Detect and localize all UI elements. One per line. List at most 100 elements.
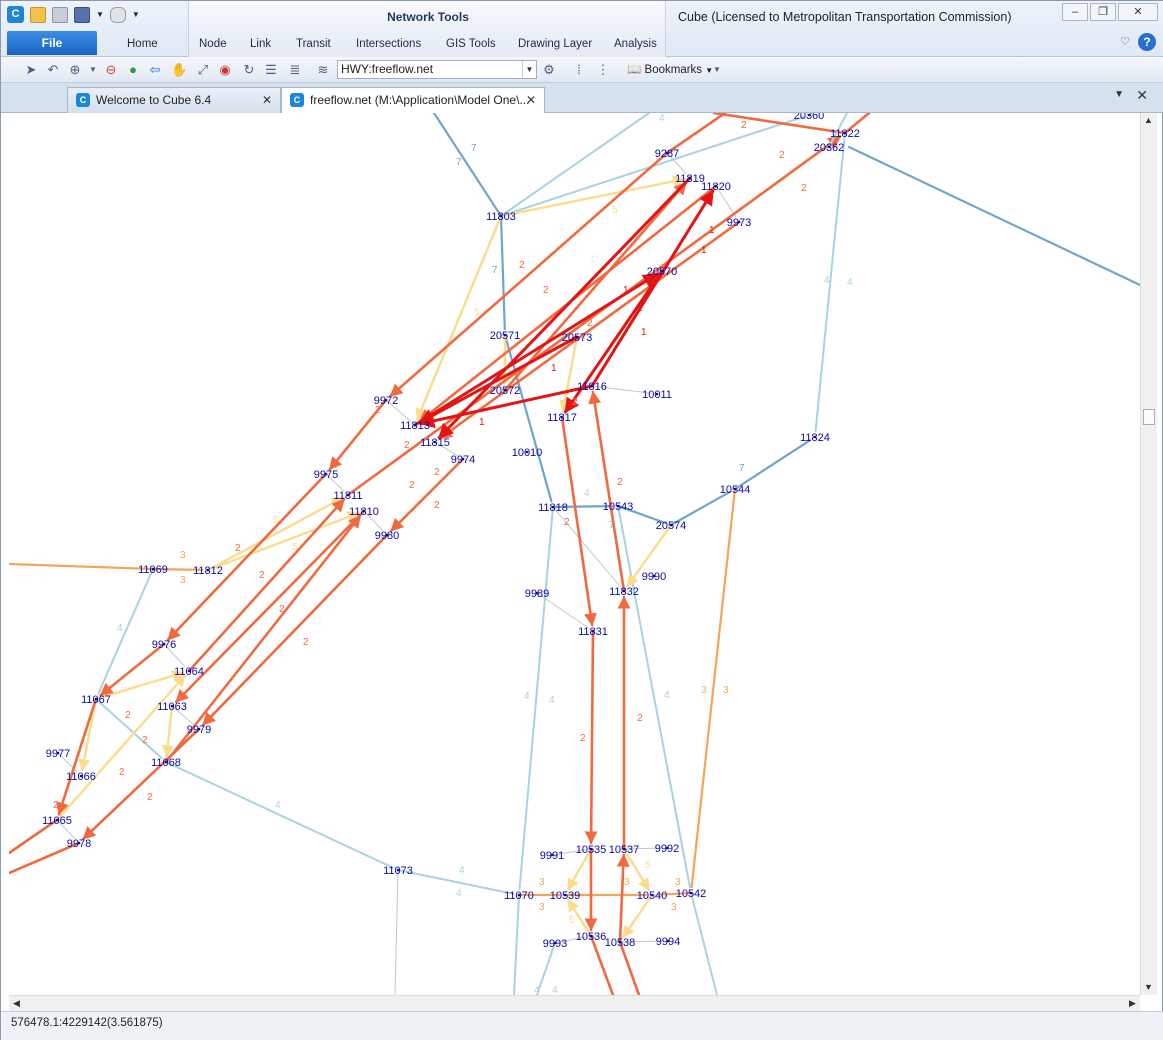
node-9977[interactable]: 9977 — [46, 748, 70, 760]
node-9993[interactable]: 9993 — [543, 938, 567, 950]
node-11816[interactable]: 11816 — [577, 381, 607, 393]
tab-freeflow-net[interactable]: C freeflow.net (M:\Application\Model One… — [281, 87, 545, 113]
node-10538[interactable]: 10538 — [605, 937, 636, 949]
node-9975[interactable]: 9975 — [314, 469, 338, 481]
tab-list-dropdown-icon[interactable]: ▼ — [1114, 89, 1124, 100]
node-9992[interactable]: 9992 — [655, 843, 679, 855]
link-9287-9972[interactable] — [389, 151, 669, 398]
node-10535[interactable]: 10535 — [576, 844, 607, 856]
node-11820[interactable]: 11820 — [701, 181, 731, 193]
scroll-down-icon[interactable]: ▼ — [1141, 980, 1156, 995]
grid-icon[interactable]: ⋮ — [595, 62, 611, 78]
node-9972[interactable]: 9972 — [374, 395, 398, 407]
node-10542[interactable]: 10542 — [676, 888, 707, 900]
vertical-scroll-thumb[interactable] — [1143, 409, 1155, 425]
tab-transit[interactable]: Transit — [296, 38, 331, 50]
node-11824[interactable]: 11824 — [800, 432, 830, 444]
link-11813-20570[interactable] — [413, 272, 659, 427]
scroll-left-icon[interactable]: ◀ — [9, 996, 24, 1011]
node-11811[interactable]: 11811 — [334, 490, 363, 502]
node-9980[interactable]: 9980 — [375, 530, 399, 542]
node-9989[interactable]: 9989 — [525, 588, 549, 600]
node-9991[interactable]: 9991 — [540, 850, 564, 862]
tab-home[interactable]: Home — [127, 38, 158, 50]
restore-icon[interactable]: ❐ — [1090, 3, 1116, 21]
full-extent-icon[interactable]: ● — [125, 62, 141, 78]
zoom-out-icon[interactable]: ⊖ — [103, 62, 119, 78]
close-tab-icon[interactable]: ✕ — [526, 88, 536, 112]
link-offscreen-11[interactable] — [513, 894, 520, 995]
save-all-icon[interactable] — [74, 6, 90, 23]
link-9980-9979[interactable] — [201, 533, 389, 726]
node-20574[interactable]: 20574 — [656, 520, 687, 532]
toolbar-overflow-icon[interactable]: ▼ — [709, 62, 725, 78]
list-details-icon[interactable]: ≣ — [287, 62, 303, 78]
pan-hand-icon[interactable]: ✋ — [171, 62, 187, 78]
tab-node[interactable]: Node — [199, 38, 227, 50]
node-10537[interactable]: 10537 — [609, 844, 640, 856]
node-20362[interactable]: 20362 — [814, 142, 845, 154]
node-10011[interactable]: 10011 — [642, 389, 672, 401]
close-document-icon[interactable]: ✕ — [1136, 87, 1148, 104]
node-20573[interactable]: 20573 — [562, 332, 593, 344]
file-tab[interactable]: File — [7, 31, 97, 55]
node-9994[interactable]: 9994 — [656, 936, 680, 948]
select-pointer-icon[interactable]: ➤ — [23, 62, 39, 78]
node-10540[interactable]: 10540 — [637, 890, 668, 902]
customize-qat-icon[interactable]: ▼ — [132, 10, 140, 19]
zoom-icon[interactable]: ⊕ — [67, 62, 83, 78]
node-20570[interactable]: 20570 — [647, 266, 678, 278]
tab-intersections[interactable]: Intersections — [356, 38, 421, 50]
node-11831[interactable]: 11831 — [578, 626, 608, 638]
layer-settings-icon[interactable]: ⚙ — [541, 62, 557, 78]
node-11803[interactable]: 11803 — [486, 211, 516, 223]
tab-welcome[interactable]: C Welcome to Cube 6.4 ✕ — [67, 87, 281, 113]
node-9978[interactable]: 9978 — [67, 838, 91, 850]
link-11803-20571[interactable] — [499, 214, 506, 331]
help-icon[interactable]: ? — [1138, 33, 1156, 51]
link-offscreen-0[interactable] — [9, 562, 155, 571]
node-20571[interactable]: 20571 — [490, 330, 521, 342]
scroll-right-icon[interactable]: ▶ — [1125, 996, 1140, 1011]
node-11812[interactable]: 11812 — [193, 565, 223, 577]
link-11064-11811[interactable] — [187, 498, 346, 673]
open-folder-icon[interactable] — [30, 6, 46, 23]
node-10536[interactable]: 10536 — [576, 931, 607, 943]
node-10010[interactable]: 10010 — [512, 447, 543, 459]
link-offscreen-7[interactable] — [432, 113, 503, 218]
save-icon[interactable] — [52, 6, 68, 23]
node-9979[interactable]: 9979 — [187, 724, 211, 736]
scroll-up-icon[interactable]: ▲ — [1141, 113, 1156, 128]
close-window-icon[interactable]: ✕ — [1118, 3, 1158, 21]
node-11063[interactable]: 11063 — [157, 701, 187, 713]
link-20572-11819[interactable] — [503, 181, 688, 392]
link-offscreen-8[interactable] — [847, 145, 1140, 287]
link-11067-11068[interactable] — [95, 698, 163, 759]
link-offscreen-15[interactable] — [690, 892, 718, 995]
node-11815[interactable]: 11815 — [420, 437, 450, 449]
qat-dropdown-icon[interactable]: ▼ — [96, 10, 104, 19]
list-icon[interactable]: ☰ — [263, 62, 279, 78]
link-11812-11811[interactable] — [206, 496, 344, 572]
horizontal-scrollbar[interactable]: ◀ ▶ — [9, 995, 1140, 1011]
node-11067[interactable]: 11067 — [81, 694, 111, 706]
link-offscreen-10[interactable] — [394, 869, 399, 995]
tab-gis-tools[interactable]: GIS Tools — [446, 38, 496, 50]
node-11813[interactable]: 11813 — [400, 420, 430, 432]
link-11812-11810[interactable] — [206, 511, 360, 572]
node-20572[interactable]: 20572 — [490, 385, 521, 397]
node-11822[interactable]: 11822 — [830, 128, 860, 140]
minimize-icon[interactable]: – — [1062, 3, 1088, 21]
link-11832-11816[interactable] — [588, 390, 626, 593]
node-11810[interactable]: 11810 — [349, 506, 379, 518]
tab-link[interactable]: Link — [250, 38, 271, 50]
node-9974[interactable]: 9974 — [451, 454, 475, 466]
node-11066[interactable]: 11066 — [66, 771, 96, 783]
node-10539[interactable]: 10539 — [550, 890, 581, 902]
layer-select[interactable]: HWY:freeflow.net ▼ — [337, 60, 537, 79]
link-11831-10535[interactable] — [584, 629, 598, 845]
link-11065-11064[interactable] — [55, 674, 187, 822]
node-9973[interactable]: 9973 — [727, 217, 751, 229]
link-offscreen-4[interactable] — [665, 113, 727, 155]
node-10543[interactable]: 10543 — [603, 501, 634, 513]
